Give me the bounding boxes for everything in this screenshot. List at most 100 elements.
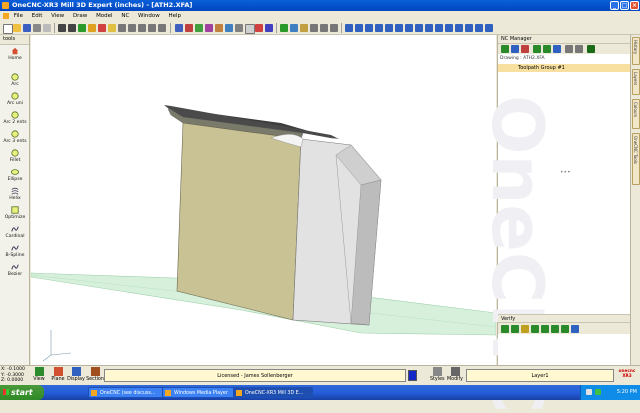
- tool-arc-3-ents[interactable]: Arc 3 ents: [0, 130, 30, 144]
- tool-i-icon[interactable]: [425, 24, 433, 32]
- view-right-icon[interactable]: [195, 24, 203, 32]
- undo-icon[interactable]: [58, 24, 66, 32]
- print-icon[interactable]: [33, 24, 41, 32]
- drawing-viewport[interactable]: [31, 35, 496, 365]
- verify-stop-icon[interactable]: [531, 325, 539, 333]
- new-file-icon[interactable]: [3, 24, 13, 34]
- menu-window[interactable]: Window: [138, 13, 160, 19]
- taskbar-item-media-player[interactable]: Windows Media Player: [162, 387, 240, 398]
- section-button[interactable]: Section: [86, 367, 104, 382]
- grid-icon[interactable]: [300, 24, 308, 32]
- taskbar-item-onecnc-app[interactable]: OneCNC-XR3 Mill 3D E...: [233, 387, 313, 398]
- styles-button[interactable]: Styles: [430, 367, 445, 382]
- nc-tool-icon[interactable]: [565, 45, 573, 53]
- tool-ellipse[interactable]: Ellipse: [0, 168, 30, 182]
- zoom-in-icon[interactable]: [128, 24, 136, 32]
- tab-onecnc-tools[interactable]: OneCNC Tools: [632, 133, 640, 185]
- tool-home[interactable]: Home: [0, 47, 30, 61]
- menu-draw[interactable]: Draw: [73, 13, 87, 19]
- speaker-icon[interactable]: [586, 389, 592, 395]
- view-front-icon[interactable]: [185, 24, 193, 32]
- verify-settings-icon[interactable]: [571, 325, 579, 333]
- zoom-window-icon[interactable]: [108, 24, 116, 32]
- menu-file[interactable]: File: [14, 13, 23, 19]
- menu-edit[interactable]: Edit: [32, 13, 43, 19]
- tool-d-icon[interactable]: [375, 24, 383, 32]
- redo-icon[interactable]: [68, 24, 76, 32]
- properties-icon[interactable]: [330, 24, 338, 32]
- color-swatch[interactable]: [408, 370, 417, 381]
- tab-history[interactable]: History: [632, 37, 640, 65]
- view-back-icon[interactable]: [215, 24, 223, 32]
- tool-fillet[interactable]: Fillet: [0, 149, 30, 163]
- save-icon[interactable]: [23, 24, 31, 32]
- tool-arc-uni[interactable]: Arc uni: [0, 92, 30, 106]
- measure-icon[interactable]: [290, 24, 298, 32]
- nc-export-icon[interactable]: [587, 45, 595, 53]
- verify-pause-icon[interactable]: [521, 325, 529, 333]
- view-left-icon[interactable]: [225, 24, 233, 32]
- layer-field[interactable]: Layer1: [466, 369, 614, 382]
- plane-button[interactable]: Plane: [50, 367, 66, 382]
- tool-arc[interactable]: Arc: [0, 73, 30, 87]
- hidden-line-icon[interactable]: [265, 24, 273, 32]
- tool-optimize[interactable]: Optimize: [0, 206, 30, 220]
- nc-run-icon[interactable]: [533, 45, 541, 53]
- snap-icon[interactable]: [310, 24, 318, 32]
- tool-l-icon[interactable]: [455, 24, 463, 32]
- view-bottom-icon[interactable]: [235, 24, 243, 32]
- zoom-out-icon[interactable]: [138, 24, 146, 32]
- tool-arc-2-ents[interactable]: Arc 2 ents: [0, 111, 30, 125]
- tool-g-icon[interactable]: [405, 24, 413, 32]
- menu-help[interactable]: Help: [168, 13, 181, 19]
- tool-m-icon[interactable]: [465, 24, 473, 32]
- view-button[interactable]: View: [32, 367, 46, 382]
- close-button[interactable]: ×: [630, 1, 639, 10]
- tool-e-icon[interactable]: [385, 24, 393, 32]
- verify-compare-icon[interactable]: [561, 325, 569, 333]
- layers-icon[interactable]: [320, 24, 328, 32]
- tab-layers[interactable]: Layers: [632, 69, 640, 95]
- tool-b-spline[interactable]: B-Spline: [0, 244, 30, 258]
- open-folder-icon[interactable]: [13, 24, 21, 32]
- view-iso-icon[interactable]: [205, 24, 213, 32]
- tool-h-icon[interactable]: [415, 24, 423, 32]
- menu-nc[interactable]: NC: [121, 13, 129, 19]
- cut-icon[interactable]: [43, 24, 51, 32]
- verify-step-icon[interactable]: [511, 325, 519, 333]
- nc-open-icon[interactable]: [511, 45, 519, 53]
- shade-icon[interactable]: [255, 24, 263, 32]
- tool-o-icon[interactable]: [485, 24, 493, 32]
- maximize-button[interactable]: □: [620, 1, 629, 10]
- tool-bezier[interactable]: Bezier: [0, 263, 30, 277]
- tab-colours[interactable]: Colours: [632, 99, 640, 129]
- tool-j-icon[interactable]: [435, 24, 443, 32]
- check-icon[interactable]: [280, 24, 288, 32]
- tool-n-icon[interactable]: [475, 24, 483, 32]
- rotate-icon[interactable]: [98, 24, 106, 32]
- tool-b-icon[interactable]: [355, 24, 363, 32]
- zoom-prev-icon[interactable]: [158, 24, 166, 32]
- tool-cardinal[interactable]: Cardinal: [0, 225, 30, 239]
- panel-splitter[interactable]: •••: [560, 169, 571, 176]
- tool-helix[interactable]: Helix: [0, 187, 30, 201]
- regen-icon[interactable]: [78, 24, 86, 32]
- modify-button[interactable]: Modify: [447, 367, 463, 382]
- network-icon[interactable]: [595, 389, 601, 395]
- verify-solid-icon[interactable]: [551, 325, 559, 333]
- zoom-all-icon[interactable]: [148, 24, 156, 32]
- zoom-icon[interactable]: [118, 24, 126, 32]
- nc-delete-icon[interactable]: [521, 45, 529, 53]
- nc-settings-icon[interactable]: [575, 45, 583, 53]
- tool-c-icon[interactable]: [365, 24, 373, 32]
- pan-icon[interactable]: [88, 24, 96, 32]
- menu-model[interactable]: Model: [96, 13, 113, 19]
- menu-view[interactable]: View: [51, 13, 64, 19]
- nc-verify-icon[interactable]: [543, 45, 551, 53]
- wireframe-icon[interactable]: [245, 24, 255, 34]
- nc-post-icon[interactable]: [553, 45, 561, 53]
- minimize-button[interactable]: _: [610, 1, 619, 10]
- nc-new-icon[interactable]: [501, 45, 509, 53]
- view-top-icon[interactable]: [175, 24, 183, 32]
- tool-a-icon[interactable]: [345, 24, 353, 32]
